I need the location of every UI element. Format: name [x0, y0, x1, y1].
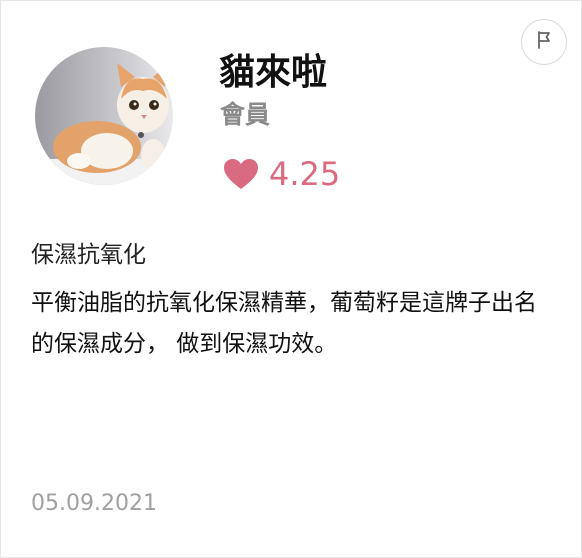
flag-icon — [534, 30, 554, 54]
report-button[interactable] — [521, 19, 567, 65]
reviewer-name: 貓來啦 — [219, 52, 328, 93]
rating-value: 4.25 — [269, 155, 341, 193]
review-date: 05.09.2021 — [31, 491, 157, 516]
rating: 4.25 — [223, 154, 340, 194]
heart-icon — [223, 158, 259, 190]
review-body: 平衡油脂的抗氧化保濕精華，葡萄籽是這牌子出名的保濕成分， 做到保濕功效。 — [31, 290, 537, 357]
reviewer-role: 會員 — [220, 100, 271, 129]
review-card: 貓來啦 會員 4.25 保濕抗氧化 平衡油脂的抗氧化保濕精華，葡萄籽是這牌子出名… — [0, 0, 582, 558]
avatar[interactable] — [35, 47, 173, 185]
cat-avatar-image — [35, 47, 173, 185]
review-title: 保濕抗氧化 — [31, 242, 146, 268]
